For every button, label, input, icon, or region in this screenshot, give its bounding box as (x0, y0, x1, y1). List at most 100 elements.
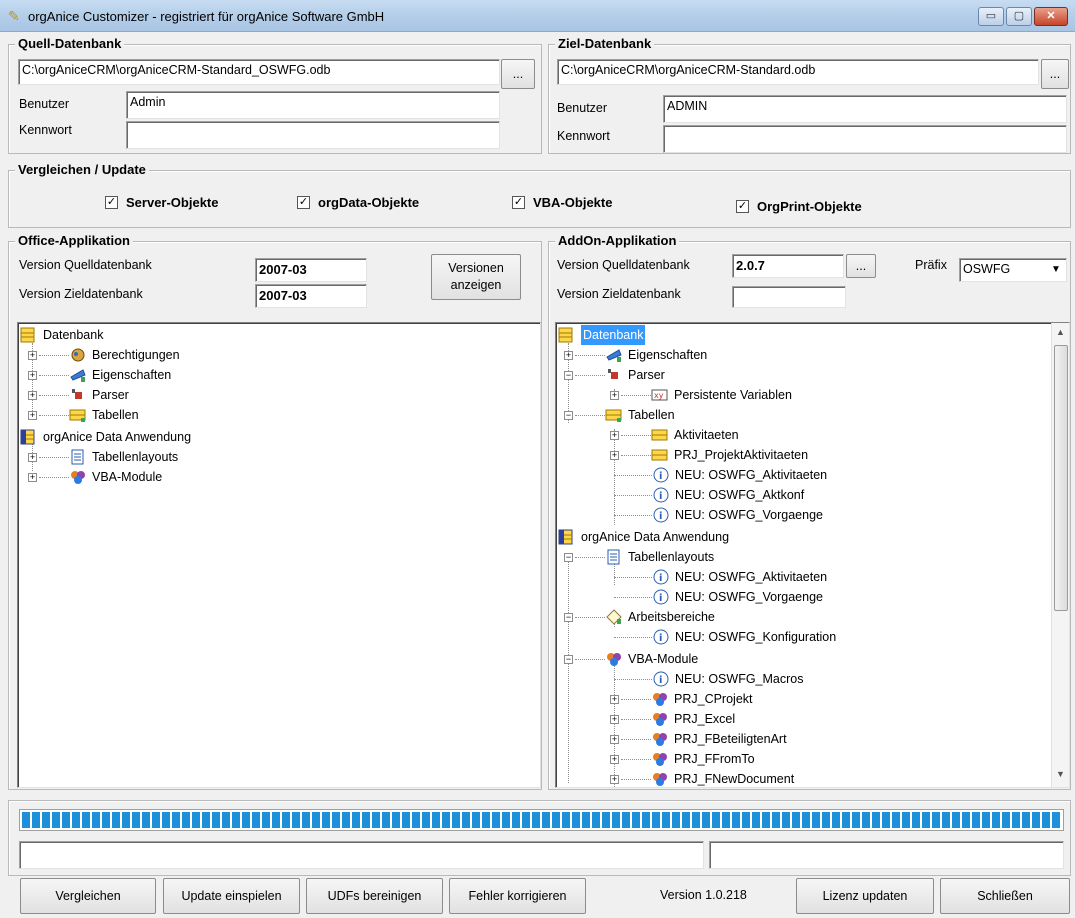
tree-node-tabellenlayouts[interactable]: + Tabellenlayouts (28, 447, 178, 467)
addon-node-layout-vorgaenge[interactable]: i NEU: OSWFG_Vorgaenge (614, 587, 823, 607)
server-objects-label: Server-Objekte (126, 195, 219, 210)
dropdown-arrow-icon: ▼ (1051, 264, 1061, 275)
scroll-up-icon[interactable]: ▲ (1056, 327, 1065, 337)
source-db-browse-button[interactable]: ... (501, 59, 535, 89)
expand-icon[interactable]: + (28, 370, 37, 380)
expand-icon[interactable]: + (610, 390, 619, 400)
vba-icon (651, 691, 669, 707)
table-icon (651, 427, 669, 443)
fix-errors-button[interactable]: Fehler korrigieren (449, 878, 586, 914)
addon-node-parser[interactable]: − Parser (564, 365, 665, 385)
addon-node-datenbank[interactable]: Datenbank (558, 325, 646, 345)
orgprint-objects-checkbox[interactable]: ✓ OrgPrint-Objekte (736, 199, 862, 214)
source-user-field[interactable]: Admin (126, 91, 500, 119)
tree-node-eigenschaften[interactable]: + Eigenschaften (28, 365, 171, 385)
addon-node-application[interactable]: orgAnice Data Anwendung (558, 527, 729, 547)
expand-icon[interactable]: + (28, 472, 37, 482)
progress-fill (22, 812, 1061, 828)
target-db-browse-button[interactable]: ... (1041, 59, 1069, 89)
app-icon: ✎ (8, 8, 20, 24)
addon-node-aktivitaeten[interactable]: + Aktivitaeten (610, 425, 739, 445)
compare-button[interactable]: Vergleichen (20, 878, 156, 914)
tree-node-parser[interactable]: + Parser (28, 385, 129, 405)
addon-browse-button[interactable]: ... (846, 254, 876, 278)
maximize-button[interactable]: ▢ (1006, 7, 1032, 26)
expand-icon[interactable]: + (28, 390, 37, 400)
server-objects-checkbox[interactable]: ✓ Server-Objekte (105, 195, 219, 210)
expand-icon[interactable]: + (610, 734, 619, 744)
expand-icon[interactable]: + (610, 714, 619, 724)
addon-node-neu-konfiguration[interactable]: i NEU: OSWFG_Konfiguration (614, 627, 836, 647)
layout-icon (69, 449, 87, 465)
tree-node-berechtigungen[interactable]: + Berechtigungen (28, 345, 180, 365)
expand-icon[interactable]: + (610, 754, 619, 764)
close-window-button[interactable]: ✕ (1034, 7, 1068, 26)
addon-node-prj-excel[interactable]: + PRJ_Excel (610, 709, 735, 729)
collapse-icon[interactable]: − (564, 410, 573, 420)
addon-node-prj-fnewdocument[interactable]: + PRJ_FNewDocument (610, 769, 795, 787)
orgdata-objects-checkbox[interactable]: ✓ orgData-Objekte (297, 195, 419, 210)
close-button[interactable]: Schließen (940, 878, 1070, 914)
parser-icon (69, 387, 87, 403)
svg-text:i: i (659, 675, 662, 686)
addon-node-neu-aktivitaeten[interactable]: i NEU: OSWFG_Aktivitaeten (614, 465, 827, 485)
expand-icon[interactable]: + (610, 430, 619, 440)
collapse-icon[interactable]: − (564, 612, 573, 622)
tree-node-datenbank[interactable]: Datenbank (20, 325, 103, 345)
addon-node-prj-projektaktivitaeten[interactable]: + PRJ_ProjektAktivitaeten (610, 445, 808, 465)
layout-icon (605, 549, 623, 565)
addon-node-layout-aktivitaeten[interactable]: i NEU: OSWFG_Aktivitaeten (614, 567, 827, 587)
addon-node-prj-fbeteiligtenart[interactable]: + PRJ_FBeteiligtenArt (610, 729, 787, 749)
addon-tree-scrollbar[interactable]: ▲ ▼ (1051, 323, 1069, 787)
minimize-button[interactable]: ▭ (978, 7, 1004, 26)
target-user-field[interactable]: ADMIN (663, 95, 1067, 123)
vba-objects-checkbox[interactable]: ✓ VBA-Objekte (512, 195, 612, 210)
info-icon: i (652, 671, 670, 687)
addon-node-neu-macros[interactable]: i NEU: OSWFG_Macros (614, 669, 804, 689)
source-user-label: Benutzer (19, 97, 70, 111)
workspace-icon (605, 609, 623, 625)
addon-node-neu-aktkonf[interactable]: i NEU: OSWFG_Aktkonf (614, 485, 804, 505)
collapse-icon[interactable]: − (564, 654, 573, 664)
expand-icon[interactable]: + (28, 350, 37, 360)
scroll-down-icon[interactable]: ▼ (1056, 769, 1065, 779)
expand-icon[interactable]: + (28, 410, 37, 420)
addon-node-prj-ffromto[interactable]: + PRJ_FFromTo (610, 749, 755, 769)
show-versions-button[interactable]: Versionen anzeigen (431, 254, 521, 300)
source-password-field[interactable] (126, 121, 500, 149)
collapse-icon[interactable]: − (564, 370, 573, 380)
expand-icon[interactable]: + (610, 694, 619, 704)
collapse-icon[interactable]: − (564, 552, 573, 562)
addon-node-vba-module[interactable]: − VBA-Module (564, 649, 698, 669)
source-db-path-field[interactable]: C:\orgAniceCRM\orgAniceCRM-Standard_OSWF… (18, 59, 500, 85)
addon-node-neu-vorgaenge[interactable]: i NEU: OSWFG_Vorgaenge (614, 505, 823, 525)
tree-label: Tabellenlayouts (628, 550, 715, 564)
office-version-target-label: Version Zieldatenbank (19, 287, 143, 301)
tree-label: PRJ_FNewDocument (674, 772, 795, 786)
expand-icon[interactable]: + (610, 450, 619, 460)
addon-node-tabellen[interactable]: − Tabellen (564, 405, 675, 425)
expand-icon[interactable]: + (28, 452, 37, 462)
expand-icon[interactable]: + (564, 350, 573, 360)
tree-node-application[interactable]: orgAnice Data Anwendung (20, 427, 191, 447)
clean-udfs-button[interactable]: UDFs bereinigen (306, 878, 443, 914)
update-license-button[interactable]: Lizenz updaten (796, 878, 934, 914)
addon-node-eigenschaften[interactable]: + Eigenschaften (564, 345, 707, 365)
addon-tree[interactable]: Datenbank + Eigenschaften − Parser + xy … (555, 322, 1070, 788)
expand-icon[interactable]: + (610, 774, 619, 784)
addon-node-persistente-variablen[interactable]: + xy Persistente Variablen (610, 385, 792, 405)
tree-node-tabellen[interactable]: + Tabellen (28, 405, 139, 425)
addon-node-tabellenlayouts[interactable]: − Tabellenlayouts (564, 547, 714, 567)
prefix-dropdown[interactable]: OSWFG ▼ (959, 258, 1067, 282)
tree-label: Aktivitaeten (674, 428, 739, 442)
addon-node-prj-cprojekt[interactable]: + PRJ_CProjekt (610, 689, 753, 709)
target-password-field[interactable] (663, 125, 1067, 153)
office-tree[interactable]: Datenbank + Berechtigungen + Eigenschaft… (17, 322, 541, 788)
target-db-path-field[interactable]: C:\orgAniceCRM\orgAniceCRM-Standard.odb (557, 59, 1039, 85)
addon-node-arbeitsbereiche[interactable]: − Arbeitsbereiche (564, 607, 715, 627)
tree-node-vba-module[interactable]: + VBA-Module (28, 467, 162, 487)
scrollbar-thumb[interactable] (1054, 345, 1068, 611)
apply-update-button[interactable]: Update einspielen (163, 878, 300, 914)
vba-icon (651, 711, 669, 727)
properties-icon (605, 347, 623, 363)
